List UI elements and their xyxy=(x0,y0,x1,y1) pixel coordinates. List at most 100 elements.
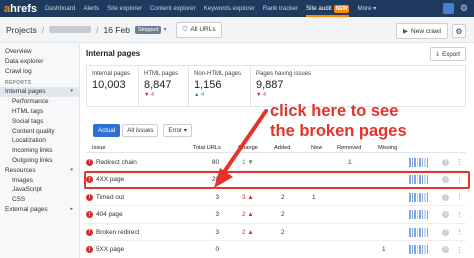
annotation-line-1: click here to see xyxy=(270,102,399,120)
more-icon[interactable]: ⋮ xyxy=(456,154,463,170)
breadcrumb-projects[interactable]: Projects xyxy=(6,25,37,35)
avatar[interactable] xyxy=(442,3,454,14)
stat-html-pages[interactable]: HTML pages 8,847 ▼ 4 xyxy=(139,66,189,106)
sparkline-bar xyxy=(409,227,411,237)
help-icon[interactable]: ? xyxy=(442,224,450,240)
sparkline-bar xyxy=(414,227,416,237)
col-total-urls[interactable]: Total URLs xyxy=(193,143,221,152)
sidebar-item-resources[interactable]: Resources ▾ xyxy=(0,166,79,176)
top-nav: a hrefs Dashboard Alerts Site explorer Co… xyxy=(0,0,474,17)
col-change[interactable]: Change xyxy=(238,143,258,152)
all-issues-toggle[interactable]: All issues xyxy=(122,124,159,137)
ahrefs-logo[interactable]: a hrefs xyxy=(4,3,37,15)
sidebar-item-incoming-links[interactable]: Incoming links xyxy=(0,146,79,156)
exclamation-icon: ! xyxy=(86,211,93,218)
more-icon[interactable]: ⋮ xyxy=(456,242,463,258)
gear-icon[interactable]: ⚙ xyxy=(460,3,468,14)
table-row[interactable]: ! Redirect chain 80 1 ▼ 1? ⋮ xyxy=(86,154,466,171)
sparkline-bar xyxy=(426,245,428,254)
error-filter-dropdown[interactable]: Error ▾ xyxy=(163,124,192,137)
sparkline-bar xyxy=(411,245,413,254)
sidebar-item-images[interactable]: Images xyxy=(0,176,79,186)
added-value xyxy=(281,242,301,258)
removed-value xyxy=(348,189,368,205)
nav-more[interactable]: More ▾ xyxy=(357,5,376,12)
new-value xyxy=(312,224,332,240)
nav-dashboard[interactable]: Dashboard xyxy=(45,5,75,12)
nav-rank-tracker[interactable]: Rank tracker xyxy=(263,5,298,12)
sidebar-item-html-tags[interactable]: HTML tags xyxy=(0,107,79,117)
sidebar-item-css[interactable]: CSS xyxy=(0,195,79,205)
sidebar-item-label: Localization xyxy=(12,137,46,145)
missing-value xyxy=(382,224,402,240)
sparkline-bar xyxy=(424,245,426,254)
table-row[interactable]: ! Timed out 3 3 ▲ 2 1? ⋮ xyxy=(86,189,466,206)
sparkline-bar xyxy=(419,157,421,167)
nav-site-audit[interactable]: Site audit NEW xyxy=(305,5,350,17)
col-issue[interactable]: Issue xyxy=(92,143,106,152)
sidebar-heading-reports: REPORTS xyxy=(5,80,32,87)
help-icon[interactable]: ? xyxy=(442,207,450,223)
stat-internal-pages[interactable]: Internal pages 10,003 xyxy=(87,66,139,106)
missing-value xyxy=(382,154,402,170)
col-added[interactable]: Added xyxy=(274,143,290,152)
sidebar-item-label: External pages xyxy=(5,205,48,213)
export-button[interactable]: ⤓ Export xyxy=(430,47,466,61)
sidebar-item-outgoing-links[interactable]: Outgoing links xyxy=(0,156,79,166)
more-icon[interactable]: ⋮ xyxy=(456,189,463,205)
nav-alerts[interactable]: Alerts xyxy=(83,5,99,12)
stat-pages-having-issues[interactable]: Pages having issues 9,887 ▼ 4 xyxy=(251,66,331,106)
crawl-date[interactable]: 16 Feb xyxy=(103,25,129,35)
sparkline-bar xyxy=(421,157,423,167)
sidebar-item-crawl-log[interactable]: Crawl log xyxy=(0,67,79,77)
help-icon[interactable]: ? xyxy=(442,242,450,258)
sidebar-item-label: CSS xyxy=(12,196,26,204)
sparkline-bar xyxy=(421,192,423,202)
sidebar-item-javascript[interactable]: JavaScript xyxy=(0,185,79,195)
more-icon[interactable]: ⋮ xyxy=(456,207,463,223)
sparkline-bar xyxy=(419,210,421,219)
nav-content-explorer[interactable]: Content explorer xyxy=(150,5,196,12)
nav-keywords-explorer[interactable]: Keywords explorer xyxy=(204,5,255,12)
table-row[interactable]: ! Broken redirect 3 2 ▲ 2? ⋮ xyxy=(86,224,466,241)
sidebar-item-content-quality[interactable]: Content quality xyxy=(0,127,79,137)
trend-sparkline xyxy=(408,207,428,223)
total-urls: 3 xyxy=(215,211,219,218)
help-icon[interactable]: ? xyxy=(442,154,450,170)
change-value: 2 ▲ xyxy=(242,211,254,218)
settings-gear-icon[interactable]: ⚙ xyxy=(452,24,466,38)
stat-non-html-pages[interactable]: Non-HTML pages 1,156 ▲ 4 xyxy=(189,66,251,106)
total-urls: 3 xyxy=(215,193,219,201)
exclamation-icon: ! xyxy=(86,193,93,201)
all-urls-filter[interactable]: ⛉ All URLs xyxy=(176,21,222,38)
sparkline-bar xyxy=(411,157,413,167)
table-row[interactable]: ! 5XX page 0 1? ⋮ xyxy=(86,242,466,258)
sidebar-item-overview[interactable]: Overview xyxy=(0,47,79,57)
help-icon[interactable]: ? xyxy=(442,189,450,205)
more-icon[interactable]: ⋮ xyxy=(456,224,463,240)
col-removed[interactable]: Removed xyxy=(337,143,361,152)
nav-site-explorer[interactable]: Site explorer xyxy=(107,5,142,12)
vertical-dots-icon: ⋮ xyxy=(456,159,463,166)
sidebar-item-data-explorer[interactable]: Data explorer xyxy=(0,57,79,67)
sidebar-item-performance[interactable]: Performance xyxy=(0,97,79,107)
stat-value: 9,887 xyxy=(256,79,284,91)
new-crawl-label: New crawl xyxy=(411,27,441,35)
sidebar-item-localization[interactable]: Localization xyxy=(0,136,79,146)
chevron-down-icon[interactable]: ▾ xyxy=(163,26,166,33)
exclamation-icon: ! xyxy=(86,228,93,236)
sparkline-bar xyxy=(419,245,421,254)
table-row[interactable]: ! 404 page 3 2 ▲ 2? ⋮ xyxy=(86,207,466,224)
sidebar-item-social-tags[interactable]: Social tags xyxy=(0,117,79,127)
blurred-project-name[interactable] xyxy=(49,26,92,33)
sparkline-bar xyxy=(416,157,418,167)
stat-label: Pages having issues xyxy=(256,71,312,77)
col-new[interactable]: New xyxy=(311,143,322,152)
new-crawl-button[interactable]: ▶ New crawl xyxy=(396,23,448,39)
error-icon: ! xyxy=(86,189,94,205)
sidebar-item-external-pages[interactable]: External pages ▸ xyxy=(0,205,79,215)
actual-toggle[interactable]: Actual xyxy=(93,124,121,137)
col-missing[interactable]: Missing xyxy=(378,143,397,152)
sidebar-item-internal-pages[interactable]: Internal pages ▾ xyxy=(0,87,79,98)
play-icon: ▶ xyxy=(403,28,409,35)
